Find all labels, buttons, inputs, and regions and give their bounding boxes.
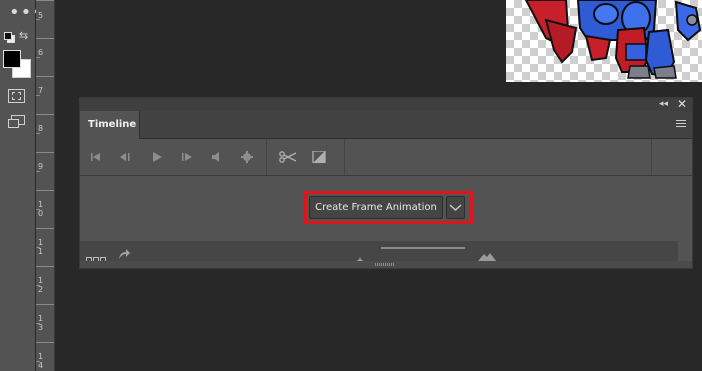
timeline-footer	[80, 241, 678, 263]
settings-gear-icon[interactable]	[240, 151, 254, 163]
quick-mask-icon[interactable]	[8, 89, 25, 103]
play-icon[interactable]	[150, 151, 164, 163]
tools-panel: ••• ⇆	[0, 0, 43, 371]
close-panel-icon[interactable]: ✕	[677, 98, 687, 111]
tab-timeline[interactable]: Timeline	[80, 111, 140, 139]
robot-character-image	[524, 0, 702, 79]
panel-menu-icon[interactable]	[676, 120, 686, 129]
ruler-label: 7	[38, 86, 44, 95]
next-frame-icon[interactable]	[180, 151, 194, 163]
collapse-panel-icon[interactable]: ◂◂	[659, 98, 668, 111]
panel-resize-grip[interactable]	[80, 261, 692, 268]
control-separator	[266, 139, 267, 175]
vertical-ruler: 5 6 7 8 9 10 11 12 13 14	[36, 0, 55, 371]
ruler-label: 8	[38, 124, 44, 133]
panel-tab-bar: Timeline	[80, 111, 692, 139]
chevron-down-icon	[449, 204, 462, 211]
animation-type-dropdown[interactable]	[446, 196, 465, 219]
timeline-panel: ◂◂ ✕ Timeline Create Frame Animation	[79, 97, 693, 269]
create-frame-animation-button[interactable]: Create Frame Animation	[309, 196, 443, 219]
previous-frame-icon[interactable]	[118, 151, 132, 163]
panel-header-strip: ◂◂ ✕	[80, 98, 692, 111]
transition-icon[interactable]	[312, 151, 326, 163]
audio-icon[interactable]	[210, 151, 224, 163]
control-separator	[651, 139, 652, 175]
scissors-icon[interactable]	[279, 151, 297, 163]
screen-mode-icon[interactable]	[8, 115, 25, 128]
ruler-label: 6	[38, 48, 44, 57]
ruler-label: 9	[38, 162, 44, 171]
swap-colors-icon[interactable]: ⇆	[19, 30, 28, 42]
foreground-color-swatch[interactable]	[3, 50, 21, 68]
timeline-controls	[80, 139, 692, 176]
timeline-body: Create Frame Animation	[80, 176, 692, 241]
go-to-first-frame-icon[interactable]	[89, 151, 103, 163]
zoom-slider[interactable]	[381, 247, 465, 249]
control-separator	[344, 139, 345, 175]
canvas-artwork[interactable]	[506, 0, 702, 82]
